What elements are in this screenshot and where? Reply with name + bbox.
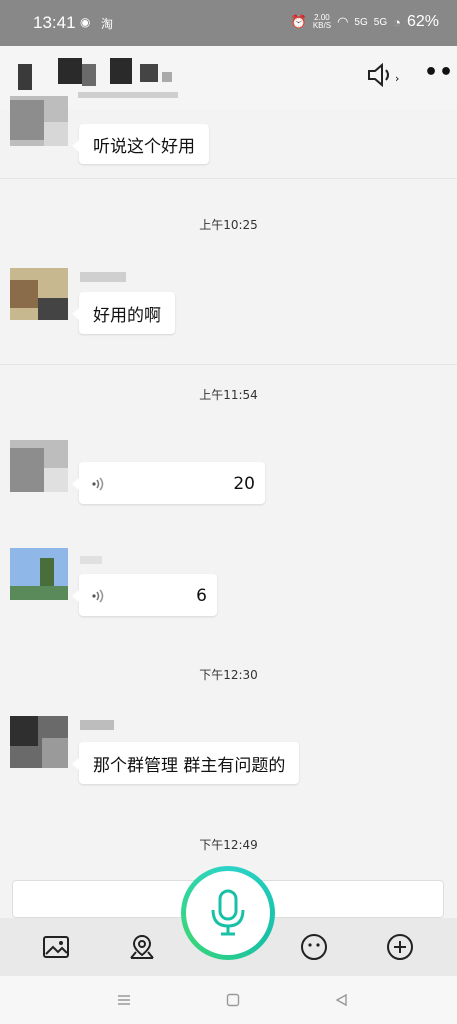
voice-message-bubble[interactable]: 6: [72, 574, 217, 616]
more-icon[interactable]: •••: [424, 60, 457, 85]
timestamp: 下午12:49: [199, 838, 258, 852]
voice-duration: 20: [233, 474, 255, 494]
avatar[interactable]: [10, 548, 68, 600]
avatar[interactable]: [10, 96, 68, 146]
status-indicators: ⏰ 2.00 KB/S ◠ 5G 5G ◔ 62%: [291, 13, 439, 31]
message-text: 那个群管理 群主有问题的: [93, 755, 286, 776]
message-text: 好用的啊: [93, 305, 161, 326]
divider: [0, 178, 457, 179]
emoji-icon[interactable]: [297, 930, 331, 964]
timestamp: 上午11:54: [199, 388, 258, 402]
voice-record-button[interactable]: [181, 866, 275, 960]
battery-icon: ◔: [393, 14, 401, 30]
taobao-notify: 淘: [101, 17, 114, 31]
net-speed: 2.00 KB/S: [313, 14, 331, 30]
avatar[interactable]: [10, 440, 68, 492]
back-icon[interactable]: [331, 990, 351, 1010]
alarm-icon: ⏰: [290, 14, 307, 29]
mute-icon: ◉: [80, 15, 91, 29]
sender-name-blurred: [80, 556, 102, 564]
message-bubble[interactable]: 那个群管理 群主有问题的: [71, 742, 300, 784]
status-bar: 13:41 ◉ 淘 ⏰ 2.00 KB/S ◠ 5G 5G ◔ 62%: [0, 0, 457, 46]
avatar[interactable]: [10, 268, 68, 320]
image-icon[interactable]: [39, 930, 73, 964]
chat-title-blurred: [18, 58, 183, 98]
avatar[interactable]: [10, 716, 68, 768]
speaker-chevron-icon[interactable]: ›: [395, 72, 399, 85]
sender-name-blurred: [80, 272, 126, 282]
sender-name-blurred: [80, 720, 114, 730]
wifi-icon: ◠: [337, 14, 349, 29]
voice-wave-icon: [92, 589, 104, 603]
plus-icon[interactable]: [383, 930, 417, 964]
speaker-icon[interactable]: [366, 62, 396, 88]
net-speed-unit: KB/S: [312, 21, 332, 30]
voice-message-bubble[interactable]: 20: [72, 462, 265, 504]
signal-2: 5G: [373, 16, 388, 28]
battery-level: 62%: [406, 13, 439, 30]
message-bubble[interactable]: 好用的啊: [72, 292, 175, 334]
location-icon[interactable]: [125, 930, 159, 964]
message-text: 听说这个好用: [93, 136, 195, 157]
timestamp: 上午10:25: [199, 218, 258, 232]
chat-header: › •••: [0, 46, 457, 110]
mic-icon: [211, 889, 245, 936]
timestamp: 下午12:30: [199, 668, 258, 682]
divider: [0, 364, 457, 365]
voice-wave-icon: [92, 477, 104, 491]
home-icon[interactable]: [223, 990, 243, 1010]
signal-1: 5G: [354, 16, 368, 28]
status-time: 13:41: [33, 13, 76, 32]
menu-icon[interactable]: [114, 990, 134, 1010]
voice-duration: 6: [196, 586, 207, 606]
message-bubble[interactable]: 听说这个好用: [72, 124, 209, 164]
